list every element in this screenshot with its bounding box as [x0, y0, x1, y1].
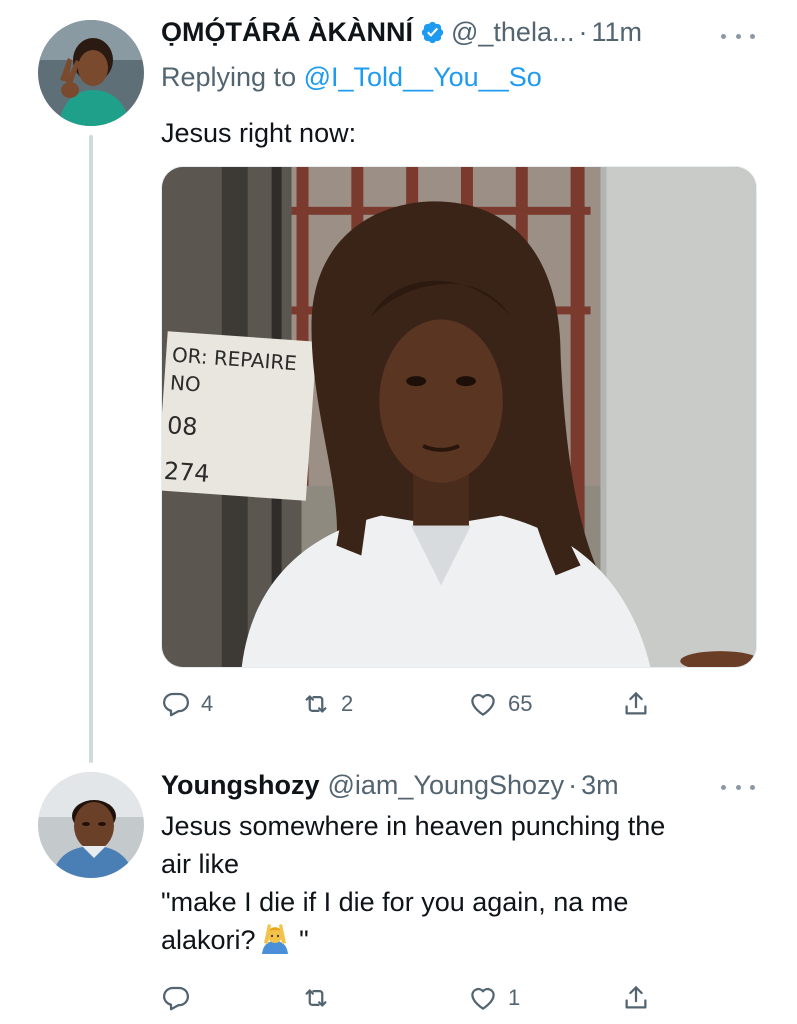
reply-count: 4: [201, 691, 214, 716]
heart-icon: [468, 983, 498, 1013]
tweet[interactable]: ỌMỌ́TÁRÁ ÀKÀNNÍ @_thela... · 11m Replyin…: [0, 0, 797, 763]
avatar[interactable]: [38, 772, 144, 878]
tweet-image[interactable]: OR: REPAIRE NO 08 274: [161, 166, 757, 668]
heart-icon: [468, 689, 498, 719]
separator-dot: ·: [578, 16, 588, 47]
tweet-text: Jesus right now:: [161, 118, 357, 148]
share-button[interactable]: [621, 980, 651, 1016]
svg-text:NO: NO: [169, 371, 201, 396]
tweet-actions: 4 2 65: [161, 686, 671, 722]
svg-text:08: 08: [166, 411, 198, 441]
tweet-text-line: air like: [161, 849, 240, 879]
like-button[interactable]: 65: [468, 686, 532, 722]
tweet-header: Youngshozy @iam_YoungShozy · 3m: [161, 767, 619, 803]
reply-button[interactable]: [161, 980, 201, 1016]
verified-badge-icon: [420, 20, 445, 45]
tweet-text-segment: alakori?: [161, 925, 256, 955]
tweet-text: Jesus somewhere in heaven punching the a…: [161, 807, 761, 959]
mention-link[interactable]: @I_Told__You__So: [304, 62, 542, 92]
reply-icon: [161, 983, 191, 1013]
person-gesturing-emoji: [258, 921, 292, 955]
reply-button[interactable]: 4: [161, 686, 213, 722]
more-options-icon[interactable]: [721, 777, 755, 797]
separator-dot: ·: [568, 769, 578, 800]
replying-to-label: Replying to: [161, 62, 297, 92]
share-icon: [621, 983, 651, 1013]
more-options-icon[interactable]: [721, 26, 755, 46]
timestamp[interactable]: 11m: [591, 17, 642, 48]
retweet-count: 2: [341, 691, 354, 716]
tweet-actions: 1: [161, 980, 671, 1016]
retweet-button[interactable]: 2: [301, 686, 353, 722]
retweet-button[interactable]: [301, 980, 341, 1016]
timestamp[interactable]: 3m: [581, 770, 619, 801]
svg-text:274: 274: [163, 457, 210, 488]
share-icon: [621, 689, 651, 719]
reply-icon: [161, 689, 191, 719]
display-name[interactable]: ỌMỌ́TÁRÁ ÀKÀNNÍ: [161, 17, 413, 48]
tweet-text-segment: ": [291, 925, 309, 955]
avatar[interactable]: [38, 20, 144, 126]
thread-line: [89, 135, 93, 763]
tweet[interactable]: Youngshozy @iam_YoungShozy · 3m Jesus so…: [0, 745, 797, 1024]
like-count: 1: [508, 985, 521, 1010]
like-count: 65: [508, 691, 533, 716]
display-name[interactable]: Youngshozy: [161, 770, 320, 801]
retweet-icon: [301, 689, 331, 719]
handle[interactable]: @iam_YoungShozy: [328, 770, 565, 801]
like-button[interactable]: 1: [468, 980, 520, 1016]
tweet-text-line: "make I die if I die for you again, na m…: [161, 887, 629, 917]
retweet-icon: [301, 983, 331, 1013]
share-button[interactable]: [621, 686, 651, 722]
replying-to: Replying to @I_Told__You__So: [161, 62, 542, 93]
tweet-text-line: Jesus somewhere in heaven punching the: [161, 811, 666, 841]
handle[interactable]: @_thela...: [451, 17, 574, 48]
tweet-header: ỌMỌ́TÁRÁ ÀKÀNNÍ @_thela... · 11m: [161, 14, 642, 50]
tweet-text-line: alakori? ": [161, 921, 761, 959]
